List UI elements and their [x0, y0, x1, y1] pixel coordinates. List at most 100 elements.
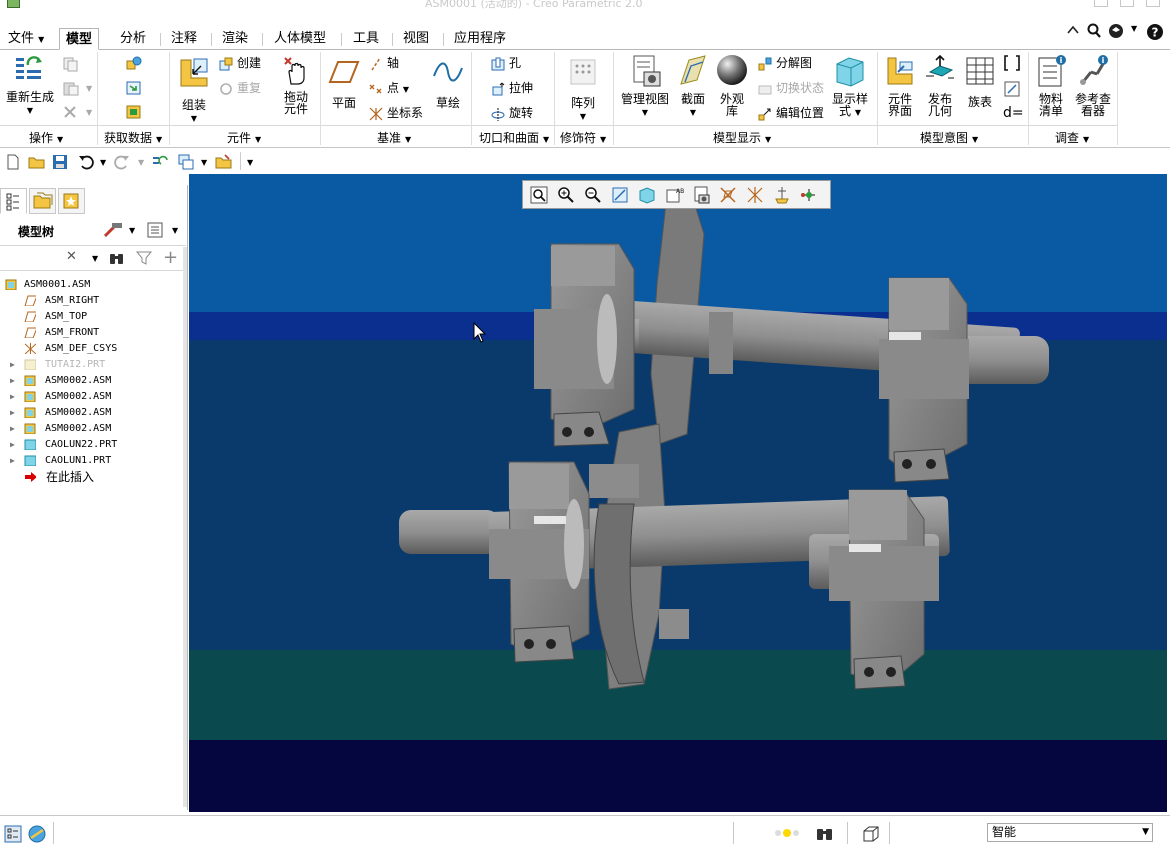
- pattern-button[interactable]: 阵列 ▼: [563, 56, 603, 123]
- close-icon[interactable]: [1146, 0, 1160, 7]
- tab-manikin[interactable]: 人体模型: [268, 28, 332, 50]
- filter-icon[interactable]: [136, 250, 152, 266]
- close-window-icon[interactable]: [215, 154, 233, 170]
- tree-settings-dropdown-icon[interactable]: ▼: [129, 226, 135, 235]
- tree-item-asm0002-asm[interactable]: ▶ ASM0002.ASM: [0, 405, 186, 421]
- zoom-out-icon[interactable]: [583, 185, 603, 205]
- view-manager-icon[interactable]: [691, 185, 711, 205]
- axis-button[interactable]: 轴: [368, 54, 399, 72]
- find-binoculars-icon[interactable]: [108, 250, 126, 266]
- paste-dropdown-icon[interactable]: ▼: [86, 84, 92, 93]
- expand-arrow-icon[interactable]: ▶: [10, 405, 15, 421]
- add-column-icon[interactable]: +: [163, 247, 178, 268]
- model-tree-tab[interactable]: [0, 188, 27, 214]
- redo-icon[interactable]: [114, 154, 130, 170]
- switch-dimensions-button[interactable]: d=: [1003, 104, 1024, 122]
- tree-item-asm0002-asm[interactable]: ▶ ASM0002.ASM: [0, 389, 186, 405]
- regeneration-status-icon[interactable]: [772, 826, 802, 840]
- relations-icon[interactable]: [1003, 54, 1021, 72]
- expand-arrow-icon[interactable]: ▶: [10, 453, 15, 469]
- repaint-icon[interactable]: [610, 185, 630, 205]
- edit-position-button[interactable]: 编辑位置: [757, 104, 824, 122]
- assembly-model[interactable]: [189, 174, 1167, 812]
- group-operations-label[interactable]: 操作 ▼: [29, 129, 63, 146]
- bom-button[interactable]: i 物料 清单: [1032, 54, 1070, 117]
- group-model-intent-label[interactable]: 模型意图 ▼: [920, 129, 978, 146]
- group-get-data-label[interactable]: 获取数据 ▼: [104, 129, 162, 146]
- tree-item-asm0002-asm[interactable]: ▶ ASM0002.ASM: [0, 421, 186, 437]
- plane-button[interactable]: 平面: [326, 58, 362, 109]
- tree-item-asm-right[interactable]: ASM_RIGHT: [0, 293, 186, 309]
- help-dropdown-icon[interactable]: ▼: [1131, 24, 1137, 33]
- display-style-small-icon[interactable]: [637, 185, 657, 205]
- windows-dropdown-icon[interactable]: ▼: [201, 158, 207, 167]
- display-style-button[interactable]: 显示样 式 ▼: [830, 54, 870, 119]
- tree-item-asm0002-asm[interactable]: ▶ ASM0002.ASM: [0, 373, 186, 389]
- redo-dropdown-icon[interactable]: ▼: [138, 158, 144, 167]
- group-cut-surface-label[interactable]: 切口和曲面 ▼: [479, 129, 549, 146]
- help-icon[interactable]: [1108, 23, 1126, 39]
- help-question-icon[interactable]: ?: [1146, 23, 1164, 41]
- expand-arrow-icon[interactable]: ▶: [10, 357, 15, 373]
- tree-item-caolun22-prt[interactable]: ▶ CAOLUN22.PRT: [0, 437, 186, 453]
- search-dropdown-icon[interactable]: ▼: [92, 254, 98, 263]
- tree-item-asm-top[interactable]: ASM_TOP: [0, 309, 186, 325]
- open-folder-icon[interactable]: [28, 154, 46, 170]
- annotation-display-icon[interactable]: [772, 185, 792, 205]
- expand-arrow-icon[interactable]: ▶: [10, 389, 15, 405]
- toggle-state-button[interactable]: 切换状态: [757, 79, 824, 97]
- paste-icon[interactable]: [62, 80, 80, 96]
- regenerate-button[interactable]: 重新生成 ▼: [4, 54, 56, 117]
- parameters-icon[interactable]: [1003, 80, 1021, 98]
- undo-dropdown-icon[interactable]: ▼: [100, 158, 106, 167]
- find-icon[interactable]: [815, 825, 835, 843]
- expand-arrow-icon[interactable]: ▶: [10, 437, 15, 453]
- expand-arrow-icon[interactable]: ▶: [10, 373, 15, 389]
- refit-icon[interactable]: [529, 185, 549, 205]
- group-model-display-label[interactable]: 模型显示 ▼: [713, 129, 771, 146]
- group-investigate-label[interactable]: 调查 ▼: [1055, 129, 1089, 146]
- revolve-button[interactable]: 旋转: [490, 104, 533, 122]
- tree-settings-icon[interactable]: [102, 220, 124, 240]
- windows-icon[interactable]: [178, 154, 194, 170]
- upper-right-bearing-block[interactable]: [879, 277, 969, 483]
- show-options-dropdown-icon[interactable]: ▼: [172, 226, 178, 235]
- tree-item-asm0001-asm[interactable]: ASM0001.ASM: [0, 277, 186, 293]
- upper-left-bearing-block[interactable]: [534, 243, 635, 447]
- sketch-button[interactable]: 草绘: [430, 58, 466, 109]
- section-button[interactable]: 截面 ▼: [677, 54, 709, 119]
- saved-orientations-icon[interactable]: AB: [664, 185, 684, 205]
- shrinkwrap-icon[interactable]: [124, 103, 144, 121]
- tree-item-asm-front[interactable]: ASM_FRONT: [0, 325, 186, 341]
- new-file-icon[interactable]: [6, 154, 20, 170]
- assemble-button[interactable]: 组装 ▼: [174, 56, 214, 125]
- component-interface-button[interactable]: 元件 界面: [881, 54, 919, 117]
- search-icon[interactable]: [1086, 23, 1102, 39]
- group-modifiers-label[interactable]: 修饰符 ▼: [560, 129, 606, 146]
- save-icon[interactable]: [52, 154, 68, 170]
- collapse-ribbon-icon[interactable]: [1066, 23, 1080, 37]
- folder-browser-tab[interactable]: [29, 188, 56, 214]
- favorites-tab[interactable]: [58, 188, 85, 214]
- tree-item-asm-def-csys[interactable]: ASM_DEF_CSYS: [0, 341, 186, 357]
- minimize-icon[interactable]: [1094, 0, 1108, 7]
- copy-icon[interactable]: [62, 56, 80, 72]
- tree-item-caolun1-prt[interactable]: ▶ CAOLUN1.PRT: [0, 453, 186, 469]
- create-button[interactable]: 创建: [218, 54, 261, 72]
- family-table-button[interactable]: 族表: [962, 56, 998, 108]
- maximize-icon[interactable]: [1120, 0, 1134, 7]
- tree-scrollbar[interactable]: [183, 247, 187, 807]
- tab-analysis[interactable]: 分析: [114, 28, 152, 50]
- drag-component-button[interactable]: 拖动 元件: [276, 54, 316, 115]
- selection-box-icon[interactable]: [861, 824, 881, 844]
- delete-icon[interactable]: [62, 104, 78, 120]
- explode-view-button[interactable]: 分解图: [757, 54, 812, 72]
- zoom-in-icon[interactable]: [556, 185, 576, 205]
- plane-display-icon[interactable]: [718, 185, 738, 205]
- show-options-icon[interactable]: [146, 221, 164, 239]
- graphics-viewport[interactable]: AB: [189, 174, 1167, 812]
- file-menu[interactable]: 文件 ▼: [2, 28, 50, 50]
- spin-center-icon[interactable]: [799, 185, 819, 205]
- repeat-button[interactable]: 重复: [218, 79, 261, 97]
- copy-geometry-icon[interactable]: [124, 79, 144, 97]
